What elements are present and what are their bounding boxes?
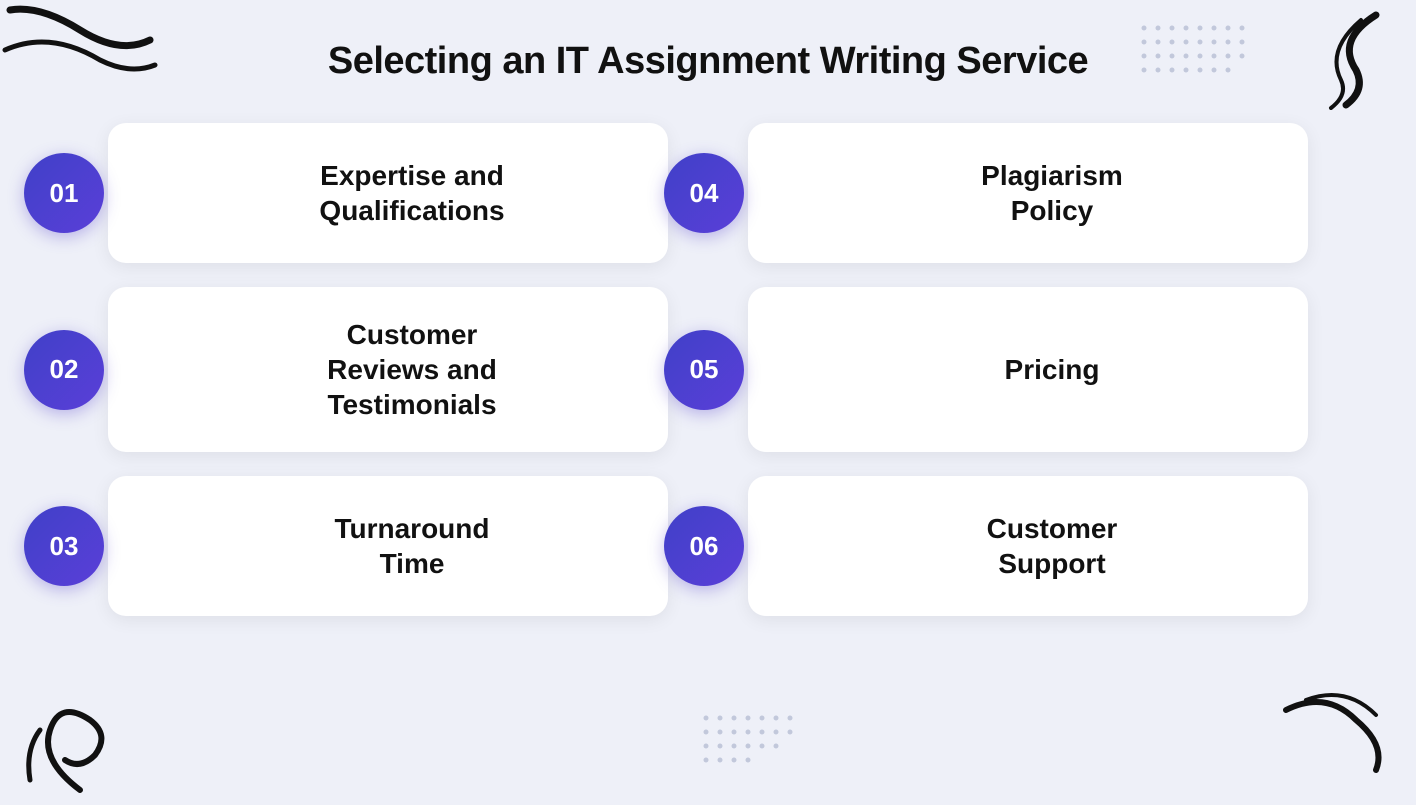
card-05: 05Pricing <box>748 287 1308 452</box>
badge-05: 05 <box>664 330 744 410</box>
card-label-05: Pricing <box>832 352 1272 387</box>
card-label-04: PlagiarismPolicy <box>832 158 1272 228</box>
card-01: 01Expertise andQualifications <box>108 123 668 263</box>
card-label-06: CustomerSupport <box>832 511 1272 581</box>
badge-06: 06 <box>664 506 744 586</box>
badge-03: 03 <box>24 506 104 586</box>
card-label-03: TurnaroundTime <box>192 511 632 581</box>
card-label-01: Expertise andQualifications <box>192 158 632 228</box>
card-02: 02CustomerReviews andTestimonials <box>108 287 668 452</box>
card-label-02: CustomerReviews andTestimonials <box>192 317 632 422</box>
card-03: 03TurnaroundTime <box>108 476 668 616</box>
badge-02: 02 <box>24 330 104 410</box>
badge-04: 04 <box>664 153 744 233</box>
badge-01: 01 <box>24 153 104 233</box>
page-title: Selecting an IT Assignment Writing Servi… <box>328 40 1088 83</box>
main-container: Selecting an IT Assignment Writing Servi… <box>0 0 1416 800</box>
card-04: 04PlagiarismPolicy <box>748 123 1308 263</box>
cards-grid: 01Expertise andQualifications04Plagiaris… <box>108 123 1308 616</box>
card-06: 06CustomerSupport <box>748 476 1308 616</box>
